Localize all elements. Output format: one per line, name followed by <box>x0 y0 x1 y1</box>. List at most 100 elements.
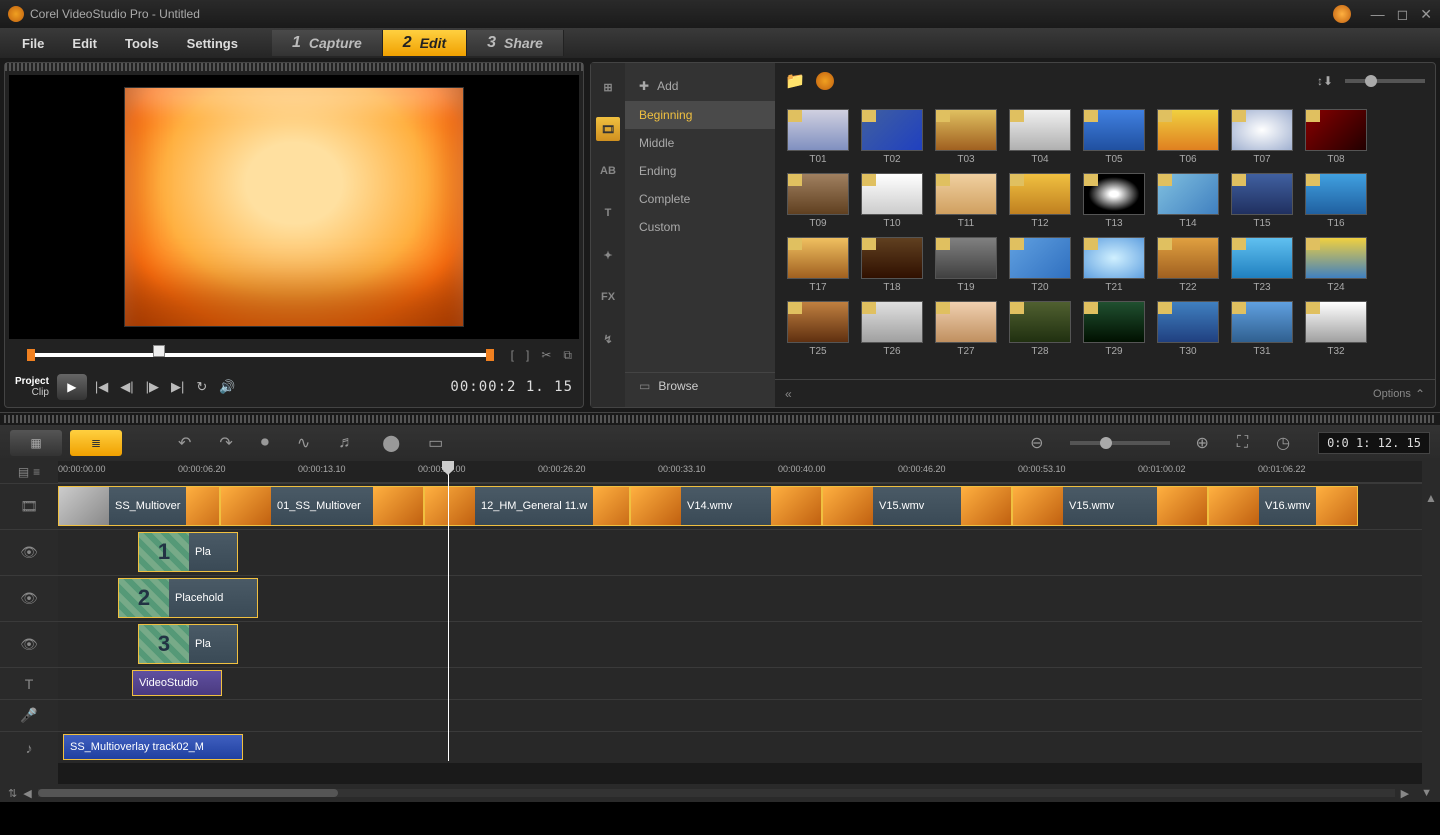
overlay1-track-header[interactable]: 👁 <box>0 529 58 575</box>
thumb-zoom-slider[interactable] <box>1345 79 1425 83</box>
preview-viewport[interactable] <box>9 75 579 339</box>
template-T19[interactable]: T19 <box>933 237 999 293</box>
cut-button[interactable]: ✂ <box>538 348 554 363</box>
clip-mode-label[interactable]: Clip <box>32 387 49 398</box>
trim-out-handle[interactable] <box>486 349 494 361</box>
template-T26[interactable]: T26 <box>859 301 925 357</box>
step-share[interactable]: 3Share <box>467 30 564 56</box>
timeline-tracks[interactable]: 00:00:00.0000:00:06.2000:00:13.1000:00:2… <box>58 461 1422 784</box>
timeline-ruler[interactable]: 00:00:00.0000:00:06.2000:00:13.1000:00:2… <box>58 461 1422 483</box>
category-ending[interactable]: Ending <box>625 157 775 185</box>
template-T13[interactable]: T13 <box>1081 173 1147 229</box>
template-T03[interactable]: T03 <box>933 109 999 165</box>
voice-track-header[interactable]: 🎤 <box>0 699 58 731</box>
video-track[interactable]: SS_Multiover01_SS_Multiover12_HM_General… <box>58 483 1422 529</box>
template-T20[interactable]: T20 <box>1007 237 1073 293</box>
reel-icon[interactable] <box>815 71 835 91</box>
library-tab-0[interactable]: ⊞ <box>596 75 620 99</box>
sort-icon[interactable]: ↕⬇ <box>1315 71 1335 91</box>
prev-frame-button[interactable]: ◀| <box>116 379 137 395</box>
library-tab-6[interactable]: ↯ <box>596 327 620 351</box>
trim-in-handle[interactable] <box>27 349 35 361</box>
template-T10[interactable]: T10 <box>859 173 925 229</box>
video-clip-4[interactable]: V15.wmv <box>822 486 1012 526</box>
template-T31[interactable]: T31 <box>1229 301 1295 357</box>
collapse-panel-icon[interactable]: « <box>785 387 792 401</box>
scrubber-handle[interactable] <box>153 345 165 357</box>
library-tab-2[interactable]: AB <box>596 159 620 183</box>
scroll-up-icon[interactable]: ▲ <box>1425 491 1437 505</box>
auto-music-button[interactable]: ♬ <box>328 434 364 452</box>
audio-mixer-button[interactable]: ∿ <box>287 433 320 453</box>
playhead[interactable] <box>448 461 449 761</box>
template-T11[interactable]: T11 <box>933 173 999 229</box>
fit-project-button[interactable]: ⛶ <box>1227 434 1258 452</box>
library-tab-4[interactable]: ✦ <box>596 243 620 267</box>
scroll-left-icon[interactable]: ◀ <box>23 787 31 800</box>
template-T21[interactable]: T21 <box>1081 237 1147 293</box>
panel-grip[interactable] <box>5 63 583 71</box>
category-custom[interactable]: Custom <box>625 213 775 241</box>
template-T14[interactable]: T14 <box>1155 173 1221 229</box>
go-end-button[interactable]: ▶| <box>167 379 188 395</box>
overlay-clip-2[interactable]: 2 Placehold <box>118 578 258 618</box>
audio-clip[interactable]: SS_Multioverlay track02_M <box>63 734 243 760</box>
music-track[interactable]: SS_Multioverlay track02_M <box>58 731 1422 763</box>
template-T32[interactable]: T32 <box>1303 301 1369 357</box>
menu-settings[interactable]: Settings <box>173 30 252 57</box>
timeline-zoom-slider[interactable] <box>1070 441 1170 445</box>
voice-track[interactable] <box>58 699 1422 731</box>
template-T16[interactable]: T16 <box>1303 173 1369 229</box>
scroll-right-icon[interactable]: ▶ <box>1401 787 1409 800</box>
template-T09[interactable]: T09 <box>785 173 851 229</box>
overlay2-track-header[interactable]: 👁 <box>0 575 58 621</box>
template-T22[interactable]: T22 <box>1155 237 1221 293</box>
mark-in-button[interactable]: [ <box>508 348 517 363</box>
menu-tools[interactable]: Tools <box>111 30 173 57</box>
video-clip-5[interactable]: V15.wmv <box>1012 486 1208 526</box>
template-T29[interactable]: T29 <box>1081 301 1147 357</box>
category-complete[interactable]: Complete <box>625 185 775 213</box>
close-button[interactable]: ✕ <box>1420 6 1432 23</box>
play-button[interactable]: ▶ <box>57 374 87 400</box>
video-clip-3[interactable]: V14.wmv <box>630 486 822 526</box>
template-T08[interactable]: T08 <box>1303 109 1369 165</box>
template-T24[interactable]: T24 <box>1303 237 1369 293</box>
project-duration-button[interactable]: ◷ <box>1266 433 1300 453</box>
mark-out-button[interactable]: ] <box>523 348 532 363</box>
overlay-clip-1[interactable]: 1 Pla <box>138 532 238 572</box>
template-T25[interactable]: T25 <box>785 301 851 357</box>
step-edit[interactable]: 2Edit <box>383 30 467 56</box>
horizontal-scrollbar[interactable] <box>38 789 338 797</box>
template-T30[interactable]: T30 <box>1155 301 1221 357</box>
title-track-header[interactable]: T <box>0 667 58 699</box>
record-button[interactable]: ⏺ <box>251 434 279 452</box>
browse-button[interactable]: Browse <box>658 379 698 393</box>
project-mode-label[interactable]: Project <box>15 376 49 387</box>
video-clip-2[interactable]: 12_HM_General 11.w <box>424 486 630 526</box>
undo-button[interactable]: ↶ <box>168 433 201 453</box>
template-T28[interactable]: T28 <box>1007 301 1073 357</box>
chapters-button[interactable]: ⬤ <box>372 433 410 453</box>
template-T12[interactable]: T12 <box>1007 173 1073 229</box>
title-clip[interactable]: VideoStudio <box>132 670 222 696</box>
minimize-button[interactable]: — <box>1371 6 1385 22</box>
overlay-clip-3[interactable]: 3 Pla <box>138 624 238 664</box>
library-tab-5[interactable]: FX <box>596 285 620 309</box>
template-T17[interactable]: T17 <box>785 237 851 293</box>
video-clip-1[interactable]: 01_SS_Multiover <box>220 486 424 526</box>
app-orb-icon[interactable] <box>1333 5 1351 23</box>
maximize-button[interactable]: ◻ <box>1397 6 1409 23</box>
scroll-down-icon[interactable]: ▼ <box>1421 787 1432 799</box>
overlay3-track-header[interactable]: 👁 <box>0 621 58 667</box>
template-T05[interactable]: T05 <box>1081 109 1147 165</box>
scrubber[interactable] <box>23 343 498 367</box>
menu-file[interactable]: File <box>8 30 58 57</box>
menu-edit[interactable]: Edit <box>58 30 111 57</box>
overlay-track-3[interactable]: 3 Pla <box>58 621 1422 667</box>
subtitles-button[interactable]: ▭ <box>418 433 453 453</box>
timeline-mode-button[interactable]: ≣ <box>70 430 122 456</box>
storyboard-mode-button[interactable]: ▦ <box>10 430 62 456</box>
track-list-icon[interactable]: ≡ <box>33 465 40 479</box>
track-view-icon[interactable]: ▤ <box>18 465 29 479</box>
